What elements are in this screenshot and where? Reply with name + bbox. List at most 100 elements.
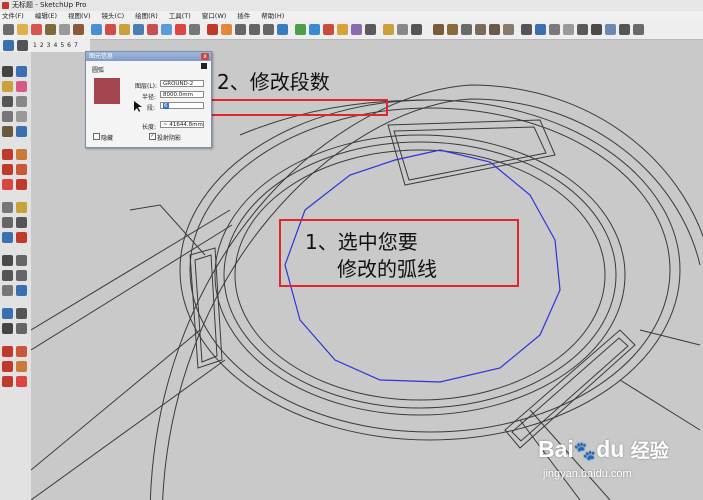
zoom-tool-icon[interactable] xyxy=(235,24,246,35)
scene-tab-1[interactable]: 1 xyxy=(33,42,37,49)
scene-tab-6[interactable]: 6 xyxy=(67,42,71,49)
tape-icon[interactable] xyxy=(2,202,13,213)
menu-draw[interactable]: 绘图(R) xyxy=(135,11,158,21)
ruby-console-icon[interactable] xyxy=(323,24,334,35)
push-pull-icon[interactable] xyxy=(105,24,116,35)
select-arrow-icon[interactable] xyxy=(2,66,13,77)
eraser-tool-icon[interactable] xyxy=(16,81,27,92)
right-view-icon[interactable] xyxy=(475,24,486,35)
section-icon[interactable] xyxy=(16,323,27,334)
pan-tool-icon[interactable] xyxy=(221,24,232,35)
scene-manager-icon[interactable] xyxy=(17,40,28,51)
front-view-icon[interactable] xyxy=(461,24,472,35)
polygon-icon[interactable] xyxy=(2,126,13,137)
pan-icon[interactable] xyxy=(16,255,27,266)
hidden-line-icon[interactable] xyxy=(549,24,560,35)
layer-select[interactable]: GROUND-2 xyxy=(160,80,204,87)
stamp-icon[interactable] xyxy=(16,361,27,372)
zoom-extents-icon[interactable] xyxy=(263,24,274,35)
menu-help[interactable]: 帮助(H) xyxy=(261,11,284,21)
text-icon[interactable] xyxy=(16,217,27,228)
rotate-icon[interactable] xyxy=(2,164,13,175)
protractor-icon[interactable] xyxy=(2,217,13,228)
back-edges-icon[interactable] xyxy=(605,24,616,35)
axes-icon[interactable] xyxy=(2,232,13,243)
cast-shadow-checkbox[interactable]: ✓ xyxy=(149,133,156,140)
top-view-icon[interactable] xyxy=(447,24,458,35)
scale-icon[interactable] xyxy=(2,179,13,190)
scene-tab-5[interactable]: 5 xyxy=(60,42,64,49)
menu-file[interactable]: 文件(F) xyxy=(2,11,24,21)
iso-view-icon[interactable] xyxy=(433,24,444,35)
menu-camera[interactable]: 镜头(C) xyxy=(102,11,125,21)
scene-tab-7[interactable]: 7 xyxy=(74,42,78,49)
zoom-extents-tool-icon[interactable] xyxy=(2,285,13,296)
shadows-icon[interactable] xyxy=(619,24,630,35)
close-icon[interactable]: x xyxy=(201,53,209,60)
menu-view[interactable]: 视图(V) xyxy=(68,11,91,21)
offset-tool-icon[interactable] xyxy=(175,24,186,35)
segments-field[interactable]: 6 xyxy=(160,102,204,109)
pencil-icon[interactable] xyxy=(45,24,56,35)
display-section-icon[interactable] xyxy=(397,24,408,35)
scene-tab-3[interactable]: 3 xyxy=(47,42,51,49)
fog-icon[interactable] xyxy=(633,24,644,35)
previous-icon[interactable] xyxy=(16,285,27,296)
scene-tab-2[interactable]: 2 xyxy=(40,42,44,49)
menu-edit[interactable]: 编辑(E) xyxy=(35,11,57,21)
paint-bucket-icon[interactable] xyxy=(91,24,102,35)
smoove-icon[interactable] xyxy=(2,361,13,372)
eraser-icon[interactable] xyxy=(31,24,42,35)
follow-me-icon[interactable] xyxy=(147,24,158,35)
layers-icon[interactable] xyxy=(3,40,14,51)
scale-tool-icon[interactable] xyxy=(161,24,172,35)
shaded-icon[interactable] xyxy=(563,24,574,35)
rectangle-icon[interactable] xyxy=(2,96,13,107)
push-pull-tool-icon[interactable] xyxy=(16,149,27,160)
freehand-icon[interactable] xyxy=(16,126,27,137)
follow-me-tool-icon[interactable] xyxy=(16,164,27,175)
walk-icon[interactable] xyxy=(16,308,27,319)
extension-warehouse-icon[interactable] xyxy=(337,24,348,35)
menu-plugins[interactable]: 插件 xyxy=(237,11,250,21)
radius-field[interactable]: 8000.0mm xyxy=(160,91,204,98)
drape-icon[interactable] xyxy=(2,376,13,387)
orbit-icon[interactable] xyxy=(2,255,13,266)
zoom-window-icon[interactable] xyxy=(249,24,260,35)
orbit-tool-icon[interactable] xyxy=(207,24,218,35)
style-builder-icon[interactable] xyxy=(365,24,376,35)
material-swatch[interactable] xyxy=(94,78,120,104)
menu-tools[interactable]: 工具(T) xyxy=(169,11,191,21)
section-plane-icon[interactable] xyxy=(383,24,394,35)
section-cut-icon[interactable] xyxy=(411,24,422,35)
back-view-icon[interactable] xyxy=(489,24,500,35)
hidden-checkbox[interactable] xyxy=(93,133,100,140)
move-tool-icon[interactable] xyxy=(119,24,130,35)
get-models-icon[interactable] xyxy=(295,24,306,35)
left-view-icon[interactable] xyxy=(503,24,514,35)
layout-icon[interactable] xyxy=(351,24,362,35)
rotate-tool-icon[interactable] xyxy=(133,24,144,35)
wireframe-icon[interactable] xyxy=(535,24,546,35)
circle-icon[interactable] xyxy=(2,111,13,122)
arc-icon[interactable] xyxy=(16,111,27,122)
sandbox-scratch-icon[interactable] xyxy=(16,346,27,357)
look-around-icon[interactable] xyxy=(2,323,13,334)
sandbox-contours-icon[interactable] xyxy=(2,346,13,357)
tape-measure-icon[interactable] xyxy=(189,24,200,35)
line-tool-icon[interactable] xyxy=(59,24,70,35)
scene-tab-4[interactable]: 4 xyxy=(53,42,57,49)
select-tool-icon[interactable] xyxy=(3,24,14,35)
make-component-icon[interactable] xyxy=(17,24,28,35)
monochrome-icon[interactable] xyxy=(591,24,602,35)
offset-icon[interactable] xyxy=(16,179,27,190)
add-detail-icon[interactable] xyxy=(16,376,27,387)
share-model-icon[interactable] xyxy=(309,24,320,35)
previous-view-icon[interactable] xyxy=(277,24,288,35)
dimension-icon[interactable] xyxy=(16,202,27,213)
zoom-icon[interactable] xyxy=(2,270,13,281)
component-icon[interactable] xyxy=(16,66,27,77)
shaded-textures-icon[interactable] xyxy=(577,24,588,35)
menu-window[interactable]: 窗口(W) xyxy=(202,11,227,21)
line-icon[interactable] xyxy=(16,96,27,107)
